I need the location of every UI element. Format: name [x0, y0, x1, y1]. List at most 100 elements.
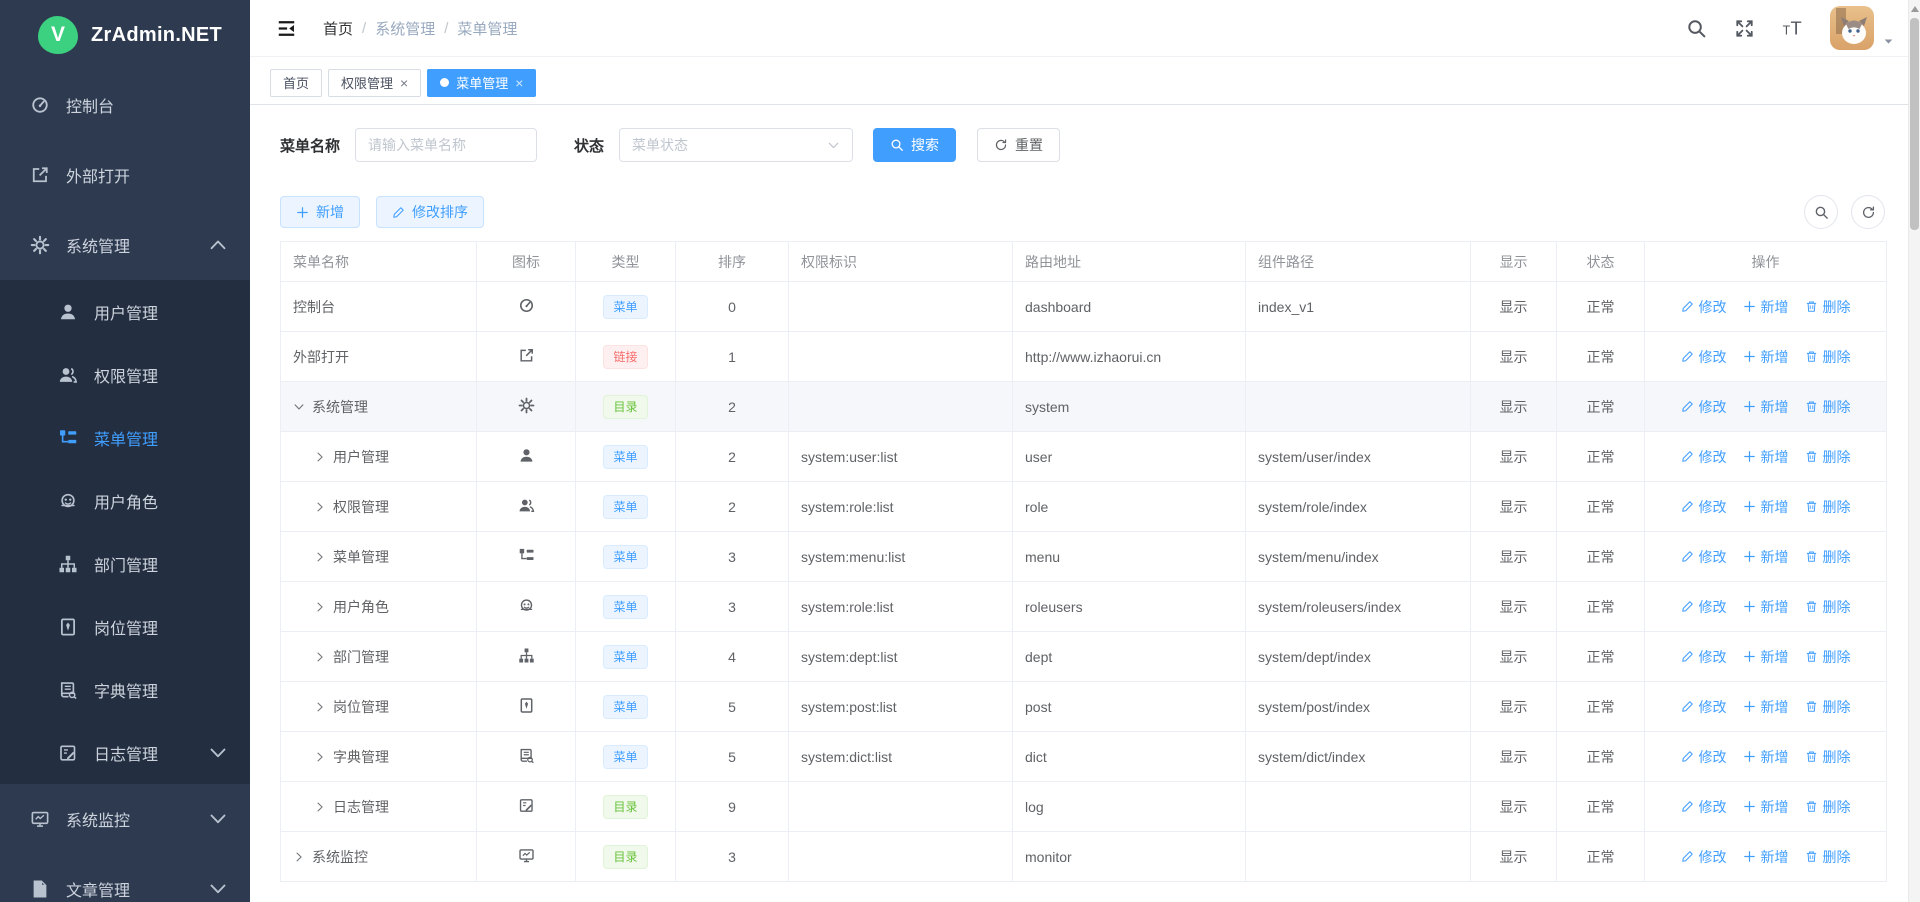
- scrollbar-thumb[interactable]: [1910, 18, 1919, 230]
- search-icon[interactable]: [1686, 18, 1707, 39]
- chevron-down-icon[interactable]: [293, 401, 305, 413]
- row-delete-link[interactable]: 删除: [1805, 647, 1851, 667]
- modify-sort-button[interactable]: 修改排序: [376, 196, 484, 228]
- row-delete-link[interactable]: 删除: [1805, 297, 1851, 317]
- row-delete-link[interactable]: 删除: [1805, 747, 1851, 767]
- fullscreen-icon[interactable]: [1734, 18, 1755, 39]
- permission-cell: [789, 382, 1013, 432]
- sidebar-item-log[interactable]: 日志管理: [0, 721, 250, 784]
- users-icon: [518, 497, 535, 514]
- chevron-right-icon[interactable]: [293, 851, 305, 863]
- sidebar-item-monitor[interactable]: 系统监控: [0, 784, 250, 854]
- reset-button[interactable]: 重置: [977, 128, 1060, 162]
- sidebar-item-user[interactable]: 用户管理: [0, 280, 250, 343]
- menu-name-label: 用户管理: [333, 447, 389, 467]
- row-edit-link[interactable]: 修改: [1681, 597, 1727, 617]
- sidebar-item-dept[interactable]: 部门管理: [0, 532, 250, 595]
- row-edit-link[interactable]: 修改: [1681, 547, 1727, 567]
- sidebar-item-external[interactable]: 外部打开: [0, 140, 250, 210]
- row-edit-link[interactable]: 修改: [1681, 697, 1727, 717]
- chevron-right-icon[interactable]: [314, 501, 326, 513]
- row-add-link[interactable]: 新增: [1743, 747, 1789, 767]
- row-delete-link[interactable]: 删除: [1805, 597, 1851, 617]
- show-search-button[interactable]: [1804, 195, 1838, 229]
- tab-home[interactable]: 首页: [270, 69, 322, 97]
- row-add-link[interactable]: 新增: [1743, 497, 1789, 517]
- row-edit-link[interactable]: 修改: [1681, 447, 1727, 467]
- chevron-right-icon[interactable]: [314, 451, 326, 463]
- chevron-right-icon[interactable]: [314, 801, 326, 813]
- sidebar-item-console[interactable]: 控制台: [0, 70, 250, 140]
- row-delete-link[interactable]: 删除: [1805, 447, 1851, 467]
- status-select[interactable]: 菜单状态: [619, 128, 853, 162]
- row-add-link[interactable]: 新增: [1743, 447, 1789, 467]
- row-delete-link[interactable]: 删除: [1805, 347, 1851, 367]
- menu-name-input[interactable]: [355, 128, 537, 162]
- row-delete-link[interactable]: 删除: [1805, 547, 1851, 567]
- row-edit-link[interactable]: 修改: [1681, 647, 1727, 667]
- row-add-link[interactable]: 新增: [1743, 847, 1789, 867]
- route-cell: user: [1013, 432, 1246, 482]
- menu-name-wrap: 外部打开: [293, 347, 464, 367]
- close-icon[interactable]: ×: [400, 76, 408, 90]
- sidebar-item-role[interactable]: 权限管理: [0, 343, 250, 406]
- menu-name-label: 外部打开: [293, 347, 349, 367]
- row-add-link[interactable]: 新增: [1743, 647, 1789, 667]
- chevron-right-icon[interactable]: [314, 651, 326, 663]
- scrollbar-up-arrow[interactable]: [1911, 6, 1919, 12]
- sidebar-item-dict[interactable]: 字典管理: [0, 658, 250, 721]
- column-header-0: 菜单名称: [281, 242, 477, 282]
- row-add-link[interactable]: 新增: [1743, 347, 1789, 367]
- sidebar-item-menu[interactable]: 菜单管理: [0, 406, 250, 469]
- row-edit-link[interactable]: 修改: [1681, 347, 1727, 367]
- permission-cell: [789, 332, 1013, 382]
- row-add-link[interactable]: 新增: [1743, 697, 1789, 717]
- user-menu[interactable]: [1830, 6, 1894, 50]
- row-delete-link[interactable]: 删除: [1805, 847, 1851, 867]
- row-add-link[interactable]: 新增: [1743, 797, 1789, 817]
- sidebar-item-system[interactable]: 系统管理: [0, 210, 250, 280]
- row-edit-link-label: 修改: [1699, 747, 1727, 767]
- chevron-right-icon[interactable]: [314, 751, 326, 763]
- hamburger-collapse-icon[interactable]: [276, 19, 297, 38]
- edit-icon: [1681, 450, 1694, 463]
- row-add-link[interactable]: 新增: [1743, 547, 1789, 567]
- visible-cell: 显示: [1471, 482, 1557, 532]
- sidebar-item-roleusers[interactable]: 用户角色: [0, 469, 250, 532]
- chevron-right-icon[interactable]: [314, 601, 326, 613]
- row-add-link-label: 新增: [1761, 597, 1789, 617]
- sidebar-item-article[interactable]: 文章管理: [0, 854, 250, 902]
- row-edit-link[interactable]: 修改: [1681, 847, 1727, 867]
- add-button[interactable]: 新增: [280, 196, 360, 228]
- search-button[interactable]: 搜索: [873, 128, 956, 162]
- row-add-link[interactable]: 新增: [1743, 297, 1789, 317]
- row-edit-link[interactable]: 修改: [1681, 397, 1727, 417]
- row-edit-link[interactable]: 修改: [1681, 297, 1727, 317]
- caret-down-icon[interactable]: [1883, 36, 1894, 47]
- row-add-link[interactable]: 新增: [1743, 597, 1789, 617]
- row-delete-link[interactable]: 删除: [1805, 697, 1851, 717]
- row-edit-link[interactable]: 修改: [1681, 797, 1727, 817]
- permission-cell: system:user:list: [789, 432, 1013, 482]
- sort-cell: 3: [676, 832, 789, 882]
- chevron-right-icon[interactable]: [314, 701, 326, 713]
- breadcrumb-home[interactable]: 首页: [323, 18, 353, 39]
- chevron-right-icon[interactable]: [314, 551, 326, 563]
- edit-icon: [1681, 800, 1694, 813]
- tab-menu-mgmt[interactable]: 菜单管理×: [427, 69, 536, 97]
- tab-role-mgmt[interactable]: 权限管理×: [328, 69, 421, 97]
- sidebar-item-post[interactable]: 岗位管理: [0, 595, 250, 658]
- operations-cell: 修改 新增删除: [1645, 582, 1887, 632]
- user-avatar[interactable]: [1830, 6, 1874, 50]
- row-edit-link[interactable]: 修改: [1681, 747, 1727, 767]
- row-delete-link[interactable]: 删除: [1805, 497, 1851, 517]
- row-delete-link[interactable]: 删除: [1805, 397, 1851, 417]
- font-size-icon[interactable]: TT: [1782, 18, 1803, 39]
- refresh-table-button[interactable]: [1851, 195, 1885, 229]
- row-add-link[interactable]: 新增: [1743, 397, 1789, 417]
- operations-cell: 修改新增删除: [1645, 482, 1887, 532]
- menu-type-cell: 目录: [576, 382, 676, 432]
- row-edit-link[interactable]: 修改: [1681, 497, 1727, 517]
- close-icon[interactable]: ×: [515, 76, 523, 90]
- row-delete-link[interactable]: 删除: [1805, 797, 1851, 817]
